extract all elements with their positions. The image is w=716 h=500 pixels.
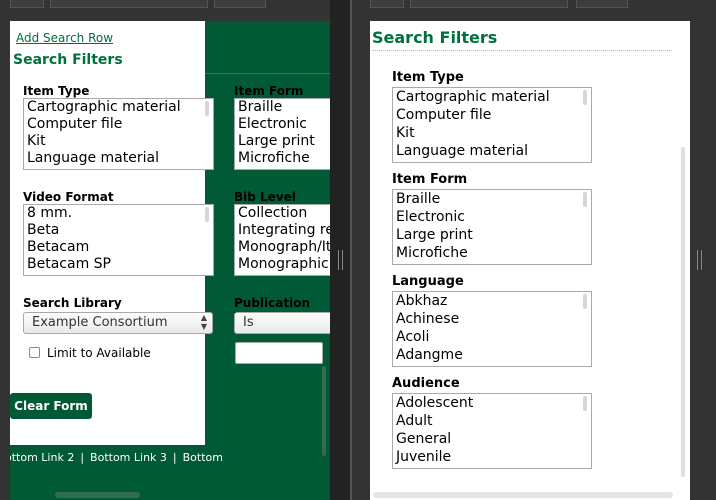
left-size-select[interactable]: 320x480 (50, 0, 208, 8)
video-format-listbox[interactable]: 8 mm. Beta Betacam Betacam SP (23, 204, 214, 276)
item-form-label: Item Form (234, 84, 304, 98)
right-size-select[interactable]: 320x480 (410, 0, 568, 8)
search-filters-title: Search Filters (372, 28, 498, 47)
listbox-scrollbar[interactable] (583, 396, 587, 411)
list-item[interactable]: General (393, 430, 591, 448)
list-item[interactable]: Computer file (393, 106, 591, 124)
list-item[interactable]: Betacam SP (24, 256, 213, 273)
listbox-scrollbar[interactable] (583, 90, 587, 105)
audience-listbox[interactable]: Adolescent Adult General Juvenile (392, 393, 592, 469)
list-item[interactable]: 8 mm. (24, 205, 213, 222)
list-item[interactable]: Language material (24, 150, 213, 167)
publication-year-operator-select[interactable]: Is (234, 312, 330, 334)
right-close-button[interactable]: × (370, 0, 404, 8)
search-library-label: Search Library (23, 296, 122, 310)
item-form-listbox[interactable]: Braille Electronic Large print Microfich… (234, 98, 330, 170)
item-type-listbox[interactable]: Cartographic material Computer file Kit … (23, 98, 214, 170)
footer-link[interactable]: Bottom Link 3 (90, 451, 167, 464)
list-item[interactable]: Large print (393, 226, 591, 244)
language-listbox[interactable]: Abkhaz Achinese Acoli Adangme (392, 291, 592, 367)
list-item[interactable]: Cartographic material (24, 99, 213, 116)
horizontal-scrollbar[interactable] (55, 492, 140, 498)
video-format-label: Video Format (23, 190, 114, 204)
list-item[interactable]: Braille (393, 190, 591, 208)
resize-grip-icon[interactable] (338, 250, 343, 270)
list-item[interactable]: Monographic (235, 256, 330, 273)
footer-link[interactable]: Bottom (183, 451, 223, 464)
footer-separator: | (80, 451, 85, 464)
updown-arrows-icon: ▲ ▼ (200, 313, 207, 331)
list-item[interactable]: Achinese (393, 310, 591, 328)
footer-separator: | (172, 451, 177, 464)
limit-available-checkbox[interactable] (29, 347, 40, 358)
left-close-button[interactable]: × (10, 0, 44, 8)
item-type-listbox[interactable]: Cartographic material Computer file Kit … (392, 87, 592, 163)
search-library-value: Example Consortium (32, 315, 168, 330)
list-item[interactable]: Juvenile (393, 448, 591, 466)
list-item[interactable]: Kit (24, 133, 213, 150)
right-viewport: Search Filters Item Type Cartographic ma… (370, 21, 690, 500)
list-item[interactable]: Beta (24, 222, 213, 239)
vertical-scrollbar[interactable] (681, 147, 685, 477)
resize-grip-icon[interactable] (697, 250, 702, 270)
list-item[interactable]: Electronic (393, 208, 591, 226)
item-type-label: Item Type (23, 84, 90, 98)
pane-edge (350, 0, 352, 500)
list-item[interactable]: Collection (235, 205, 330, 222)
left-viewport: Add Search Row Search Filters Item Type … (10, 21, 330, 500)
search-filters-title: Search Filters (13, 52, 123, 68)
item-form-listbox[interactable]: Braille Electronic Large print Microfich… (392, 189, 592, 265)
title-rule (372, 50, 672, 51)
list-item[interactable]: Electronic (235, 116, 330, 133)
list-item[interactable]: Betacam (24, 239, 213, 256)
bib-level-listbox[interactable]: Collection Integrating re Monograph/It M… (234, 204, 330, 276)
list-item[interactable]: Microfiche (235, 150, 330, 167)
listbox-scrollbar[interactable] (205, 101, 209, 116)
list-item[interactable]: Monograph/It (235, 239, 330, 256)
list-item[interactable]: Adult (393, 412, 591, 430)
list-item[interactable]: Braille (235, 99, 330, 116)
search-library-select[interactable]: Example Consortium ▲ ▼ (23, 312, 213, 334)
left-rotate-button[interactable]: rotate (214, 0, 266, 8)
add-search-row-link[interactable]: Add Search Row (16, 31, 113, 45)
listbox-scrollbar[interactable] (583, 192, 587, 207)
list-item[interactable]: Kit (393, 124, 591, 142)
listbox-scrollbar[interactable] (583, 294, 587, 309)
bib-level-label: Bib Level (234, 190, 296, 204)
pane-divider[interactable] (330, 0, 352, 500)
footer-link[interactable]: ottom Link 2 (10, 451, 74, 464)
list-item[interactable]: Language material (393, 142, 591, 160)
publication-year-operator-value: Is (243, 315, 254, 330)
listbox-scrollbar[interactable] (205, 207, 209, 222)
clear-form-button[interactable]: Clear Form (10, 393, 92, 419)
item-type-label: Item Type (392, 70, 464, 85)
horizontal-scrollbar[interactable] (373, 492, 673, 498)
language-label: Language (392, 274, 464, 289)
list-item[interactable]: Integrating re (235, 222, 330, 239)
publication-year-input[interactable] (235, 342, 323, 364)
list-item[interactable]: Microfiche (393, 244, 591, 262)
limit-available-label: Limit to Available (47, 346, 151, 360)
list-item[interactable]: Adolescent (393, 394, 591, 412)
list-item[interactable]: Acoli (393, 328, 591, 346)
audience-label: Audience (392, 376, 460, 391)
right-rotate-button[interactable]: rotate (576, 0, 628, 8)
green-divider (205, 73, 330, 74)
vertical-scrollbar[interactable] (322, 366, 326, 456)
list-item[interactable]: Adangme (393, 346, 591, 364)
list-item[interactable]: Large print (235, 133, 330, 150)
list-item[interactable]: Cartographic material (393, 88, 591, 106)
list-item[interactable]: Computer file (24, 116, 213, 133)
list-item[interactable]: Abkhaz (393, 292, 591, 310)
item-form-label: Item Form (392, 172, 468, 187)
